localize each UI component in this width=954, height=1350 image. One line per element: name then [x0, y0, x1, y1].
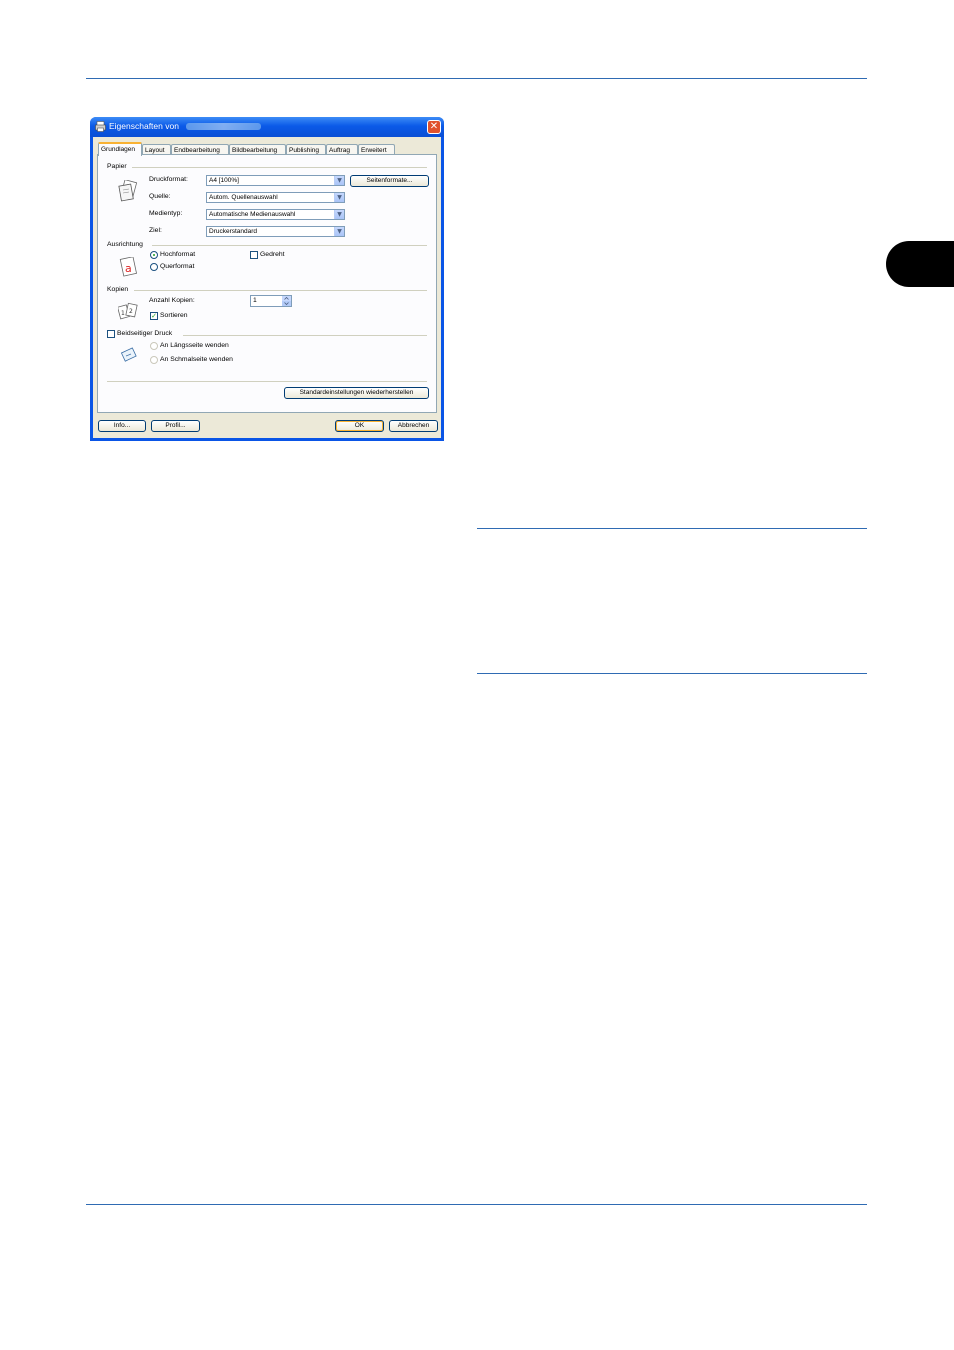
restore-defaults-button[interactable]: Standardeinstellungen wiederherstellen	[284, 387, 429, 399]
hochformat-label[interactable]: Hochformat	[160, 251, 195, 258]
schmalseite-radio[interactable]	[150, 356, 158, 364]
bottom-divider	[107, 381, 427, 382]
anzahl-kopien-label: Anzahl Kopien:	[149, 297, 195, 304]
quelle-select[interactable]: Autom. Quellenauswahl ▼	[206, 192, 345, 203]
dialog-title: Eigenschaften von	[109, 121, 179, 131]
duplex-icon	[120, 347, 137, 362]
tab-grundlagen[interactable]: Grundlagen	[98, 142, 142, 156]
header-rule	[86, 78, 867, 79]
orientation-icon: a	[119, 257, 137, 277]
druckformat-label: Druckformat:	[149, 176, 188, 183]
druckformat-select[interactable]: A4 [100%] ▼	[206, 175, 345, 186]
sortieren-checkbox[interactable]: ✓	[150, 312, 158, 320]
laengsseite-radio[interactable]	[150, 342, 158, 350]
gedreht-checkbox[interactable]	[250, 251, 258, 259]
ziel-value: Druckerstandard	[209, 228, 258, 235]
anzahl-kopien-value[interactable]: 1	[253, 297, 257, 304]
ausrichtung-heading: Ausrichtung	[107, 241, 143, 248]
close-button[interactable]: ✕	[427, 120, 441, 134]
papier-heading: Papier	[107, 163, 127, 170]
ziel-select[interactable]: Druckerstandard ▼	[206, 226, 345, 237]
hochformat-radio[interactable]	[150, 251, 158, 259]
druckformat-value: A4 [100%]	[209, 177, 239, 184]
medientyp-label: Medientyp:	[149, 210, 183, 217]
laengsseite-label[interactable]: An Längsseite wenden	[160, 342, 229, 349]
chevron-down-icon[interactable]: ▼	[334, 176, 344, 185]
anzahl-kopien-spinner[interactable]: 1	[250, 295, 292, 307]
profil-button[interactable]: Profil...	[151, 420, 200, 432]
tab-panel-grundlagen: Papier Druckformat: A4 [100%] ▼ Seitenfo…	[97, 154, 437, 413]
svg-text:2: 2	[129, 308, 133, 315]
kopien-divider	[134, 290, 427, 291]
dialog-client-area: Grundlagen Layout Endbearbeitung Bildbea…	[93, 137, 441, 438]
kopien-heading: Kopien	[107, 286, 129, 293]
quelle-value: Autom. Quellenauswahl	[209, 194, 278, 201]
papier-divider	[132, 167, 427, 168]
cancel-button[interactable]: Abbrechen	[389, 420, 438, 432]
duplex-heading[interactable]: Beidseitiger Druck	[117, 330, 172, 337]
chapter-thumb-tab	[886, 241, 954, 287]
sortieren-label[interactable]: Sortieren	[160, 312, 188, 319]
quelle-label: Quelle:	[149, 193, 171, 200]
paper-stack-icon	[118, 180, 138, 202]
title-bar[interactable]: Eigenschaften von ✕	[90, 117, 444, 137]
svg-text:a: a	[125, 262, 132, 275]
duplex-divider	[183, 335, 427, 336]
svg-text:1: 1	[121, 310, 125, 317]
note-rule-top	[477, 528, 867, 529]
medientyp-select[interactable]: Automatische Medienauswahl ▼	[206, 209, 345, 220]
printer-name-redacted	[186, 123, 261, 130]
medientyp-value: Automatische Medienauswahl	[209, 211, 296, 218]
chevron-down-icon[interactable]: ▼	[334, 210, 344, 219]
printer-icon	[95, 121, 106, 132]
printer-properties-dialog: Eigenschaften von ✕ Grundlagen Layout En…	[90, 117, 444, 441]
footer-rule	[86, 1204, 867, 1205]
chevron-down-icon[interactable]: ▼	[334, 227, 344, 236]
schmalseite-label[interactable]: An Schmalseite wenden	[160, 356, 233, 363]
querformat-label[interactable]: Querformat	[160, 263, 194, 270]
note-rule-bottom	[477, 673, 867, 674]
ausrichtung-divider	[152, 245, 427, 246]
seitenformate-button[interactable]: Seitenformate...	[350, 175, 429, 187]
info-button[interactable]: Info...	[98, 420, 146, 432]
spinner-arrows-icon[interactable]	[282, 296, 291, 306]
ziel-label: Ziel:	[149, 227, 162, 234]
duplex-checkbox[interactable]	[107, 330, 115, 338]
chevron-down-icon[interactable]: ▼	[334, 193, 344, 202]
gedreht-label[interactable]: Gedreht	[260, 251, 285, 258]
ok-button[interactable]: OK	[335, 420, 384, 432]
querformat-radio[interactable]	[150, 263, 158, 271]
copies-icon: 1 2	[118, 302, 138, 320]
